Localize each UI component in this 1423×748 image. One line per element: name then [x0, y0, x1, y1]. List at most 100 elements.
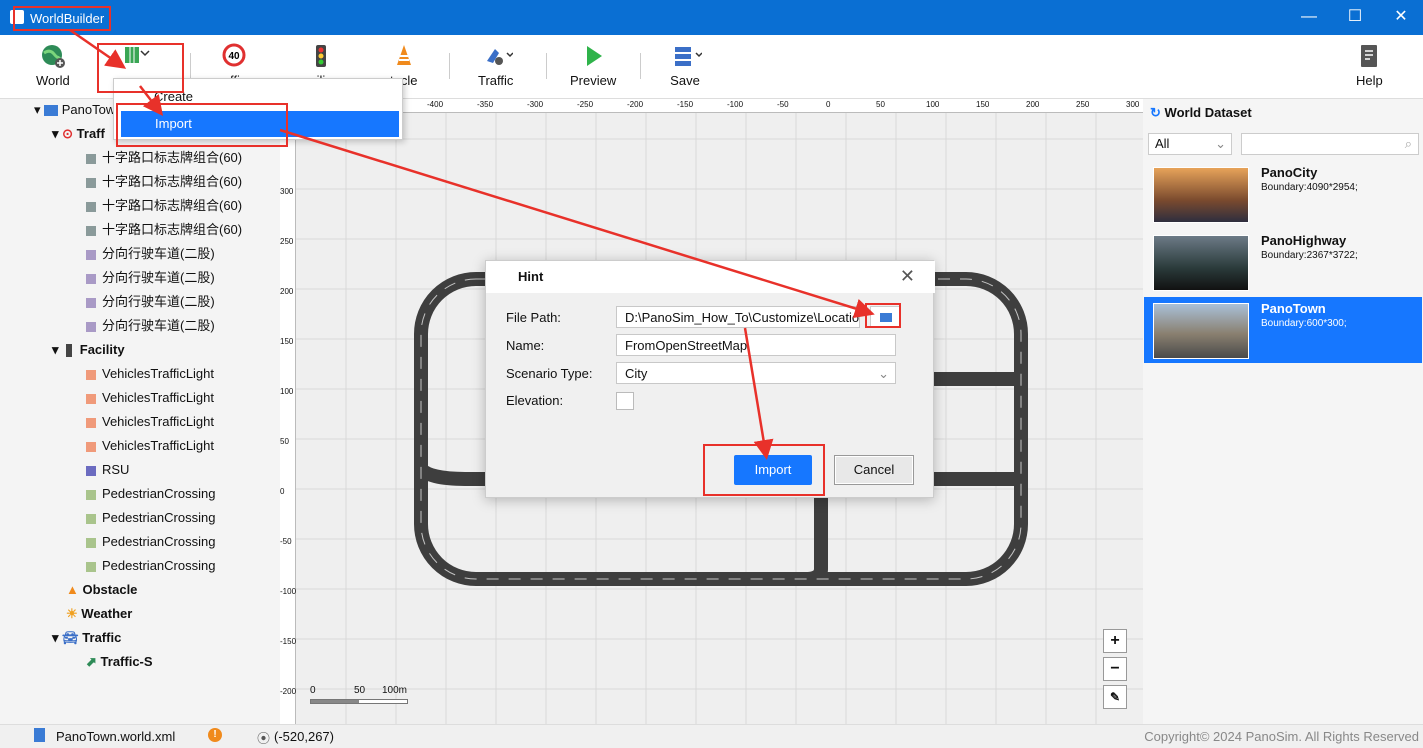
menu-item-create[interactable]: Create: [154, 89, 193, 104]
close-icon[interactable]: ✕: [1393, 9, 1409, 25]
warning-icon[interactable]: !: [208, 728, 222, 742]
tree-weather-group[interactable]: ☀ Weather: [66, 604, 132, 624]
location-pin-icon: ⦿: [257, 731, 271, 746]
svg-text:40: 40: [228, 51, 240, 62]
panel-header: ↻ World Dataset: [1150, 105, 1252, 120]
speed-sign-icon: 40: [222, 43, 246, 67]
tree-root[interactable]: ▾ PanoTown: [34, 100, 122, 120]
list-item[interactable]: PedestrianCrossing: [86, 508, 215, 528]
dataset-item-panotown[interactable]: PanoTown Boundary:600*300;: [1144, 297, 1422, 363]
world-dataset-panel: ↻ World Dataset All ⌄ ⌕ PanoCity Boundary…: [1143, 99, 1423, 724]
minimize-icon[interactable]: —: [1301, 9, 1317, 25]
file-icon: [34, 728, 45, 742]
help-icon: [1361, 45, 1378, 67]
list-item[interactable]: 十字路口标志牌组合(60): [86, 172, 242, 192]
import-button[interactable]: Import: [734, 455, 812, 485]
dataset-thumbnail: [1153, 167, 1249, 223]
speed-sign-icon: ⊙: [62, 126, 74, 141]
title-bar: WorldBuilder — ☐ ✕: [0, 0, 1423, 35]
traffic-cone-icon: ▲: [66, 582, 79, 597]
ruler-tool-button[interactable]: ✎: [1103, 685, 1127, 709]
save-icon: [675, 47, 702, 66]
zoom-in-button[interactable]: +: [1103, 629, 1127, 653]
filter-dropdown[interactable]: All ⌄: [1148, 133, 1232, 155]
car-icon: 🚘︎: [62, 630, 79, 645]
scenario-type-select[interactable]: City ⌄: [616, 362, 896, 384]
chevron-down-icon: ⌄: [1215, 136, 1226, 151]
save-button[interactable]: Save: [668, 43, 702, 88]
dataset-item-panocity[interactable]: PanoCity Boundary:4090*2954;: [1144, 161, 1422, 227]
elevation-label: Elevation:: [506, 393, 564, 408]
help-button[interactable]: Help: [1356, 43, 1383, 88]
scene-tree: ▾ PanoTown ▾ ⊙ Traff 十字路口标志牌组合(60) 十字路口标…: [0, 99, 280, 724]
map-icon: [125, 47, 150, 63]
app-icon: [10, 10, 24, 24]
list-item[interactable]: 分向行驶车道(二股): [86, 292, 215, 312]
list-item[interactable]: 分向行驶车道(二股): [86, 268, 215, 288]
list-item[interactable]: 分向行驶车道(二股): [86, 244, 215, 264]
file-path-field[interactable]: D:\PanoSim_How_To\Customize\Location: [616, 306, 860, 328]
tree-traffic-group[interactable]: ▾ 🚘︎ Traffic: [52, 628, 121, 648]
folder-icon: [44, 105, 59, 117]
zoom-out-button[interactable]: −: [1103, 657, 1127, 681]
toolbar-separator: [449, 53, 450, 79]
list-item[interactable]: VehiclesTrafficLight: [86, 388, 214, 408]
name-label: Name:: [506, 338, 545, 353]
dataset-item-panohighway[interactable]: PanoHighway Boundary:2367*3722;: [1144, 229, 1422, 295]
menu-item-import[interactable]: Import: [121, 111, 399, 137]
list-item[interactable]: PedestrianCrossing: [86, 556, 215, 576]
browse-folder-button[interactable]: [870, 306, 900, 328]
traffic-light-icon: [316, 45, 326, 67]
map-dropdown-menu: Create Import: [113, 78, 403, 140]
list-item[interactable]: 十字路口标志牌组合(60): [86, 220, 242, 240]
toolbar-separator: [640, 53, 641, 79]
dataset-thumbnail: [1153, 235, 1249, 291]
file-path-label: File Path:: [506, 310, 561, 325]
toolbar-separator: [546, 53, 547, 79]
list-item[interactable]: VehiclesTrafficLight: [86, 364, 214, 384]
tree-obstacle-group[interactable]: ▲ Obstacle: [66, 580, 137, 600]
list-item[interactable]: VehiclesTrafficLight: [86, 412, 214, 432]
list-item[interactable]: 十字路口标志牌组合(60): [86, 148, 242, 168]
map-dropdown-button[interactable]: [118, 43, 152, 73]
elevation-checkbox[interactable]: [616, 392, 634, 410]
dataset-thumbnail: [1153, 303, 1249, 359]
globe-icon: [41, 45, 65, 68]
traffic-light-icon: [66, 344, 73, 358]
ruler-icon: ✎: [1109, 690, 1121, 704]
tree-traffic-s[interactable]: ⬈ Traffic-S: [86, 652, 153, 672]
play-icon: [587, 46, 603, 66]
scale-bar: 0 50 100m: [310, 685, 410, 705]
dialog-header: Hint ✕: [486, 261, 935, 293]
hint-dialog: Hint ✕ File Path: D:\PanoSim_How_To\Cust…: [485, 260, 935, 498]
list-item[interactable]: 十字路口标志牌组合(60): [86, 196, 242, 216]
app-title: WorldBuilder: [30, 11, 105, 26]
chevron-down-icon: ⌄: [878, 366, 889, 381]
sun-icon: ☀: [66, 606, 78, 621]
preview-button[interactable]: Preview: [570, 43, 616, 88]
dialog-title: Hint: [518, 269, 544, 284]
search-input[interactable]: ⌕: [1241, 133, 1419, 155]
close-icon[interactable]: ✕: [900, 266, 915, 287]
search-icon: ⌕: [1404, 136, 1412, 151]
world-button[interactable]: World: [36, 43, 70, 88]
maximize-icon[interactable]: ☐: [1347, 9, 1363, 25]
list-item[interactable]: PedestrianCrossing: [86, 532, 215, 552]
refresh-icon: ↻: [1150, 105, 1161, 120]
status-bar: PanoTown.world.xml ! ⦿ (-520,267) Copyri…: [0, 724, 1423, 748]
tree-traffic-sign-group[interactable]: ▾ ⊙ Traff: [52, 124, 105, 144]
list-item[interactable]: VehiclesTrafficLight: [86, 436, 214, 456]
traffic-cone-icon: [396, 45, 411, 65]
traffic-flow-icon: ⬈: [86, 654, 97, 669]
cancel-button[interactable]: Cancel: [834, 455, 914, 485]
folder-icon: [880, 313, 892, 322]
name-field[interactable]: FromOpenStreetMap: [616, 334, 896, 356]
scenario-type-label: Scenario Type:: [506, 366, 593, 381]
traffic-icon: [486, 49, 513, 65]
list-item[interactable]: PedestrianCrossing: [86, 484, 215, 504]
tree-facility-group[interactable]: ▾ Facility: [52, 340, 125, 360]
list-item[interactable]: 分向行驶车道(二股): [86, 316, 215, 336]
list-item[interactable]: RSU: [86, 460, 129, 480]
traffic-button[interactable]: Traffic: [478, 43, 513, 88]
toolbar-separator: [190, 53, 191, 79]
